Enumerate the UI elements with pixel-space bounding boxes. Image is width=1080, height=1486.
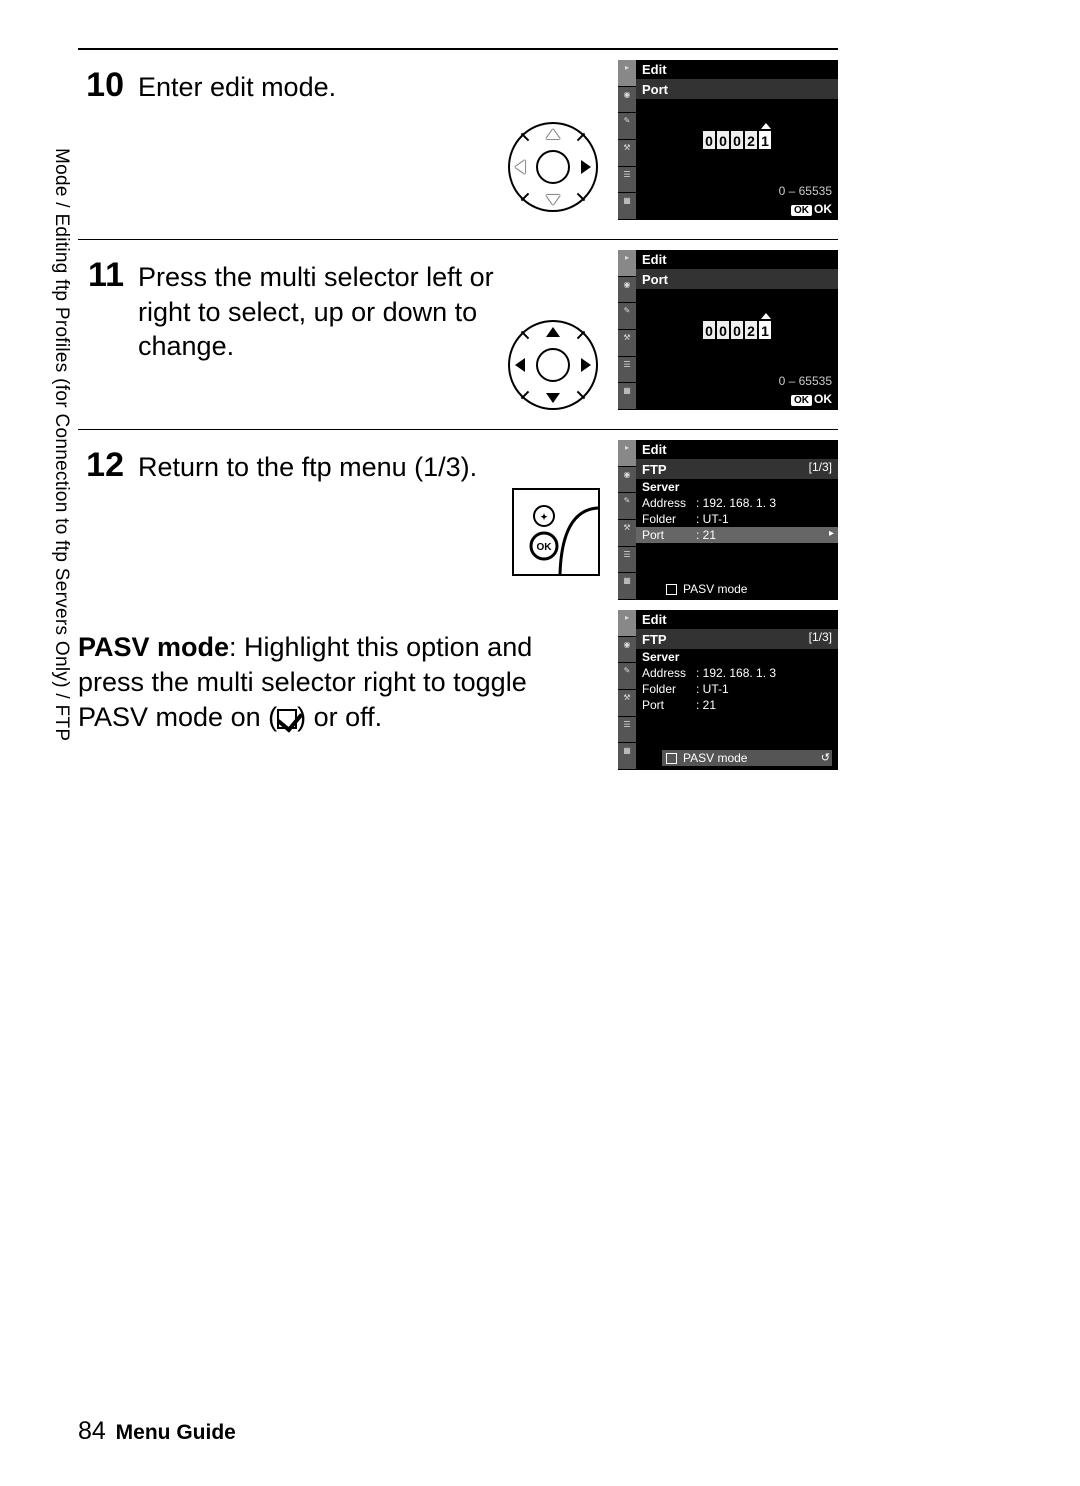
step-11: 11 Press the multi selector left or righ… <box>78 240 838 430</box>
ok-hint: OKOK <box>791 202 832 216</box>
lcd-title: Edit <box>636 440 838 460</box>
multi-selector-icon <box>508 122 598 212</box>
lcd-tab-icon: ☰ <box>618 167 636 194</box>
lcd-screenshot-ftp-menu: ▸ ◉ ✎ ⚒ ☰ ▦ Edit FTP [1/3] Server Addres… <box>618 440 838 600</box>
lcd-row-port-highlighted: Port: 21 <box>636 527 838 543</box>
lcd-tab-icon: ▸ <box>618 440 636 467</box>
lcd-tab-icon: ⚒ <box>618 330 636 357</box>
lcd-tab-icon: ✎ <box>618 493 636 520</box>
port-digit: 2 <box>744 130 758 150</box>
lcd-screenshot-port-enter: ▸ ◉ ✎ ⚒ ☰ ▦ Edit Port 0 0 0 2 1 0 – 6553… <box>618 60 838 220</box>
lcd-tab-icon: ◉ <box>618 87 636 114</box>
page-number: 84 <box>78 1417 106 1445</box>
lcd-tab-icon: ▦ <box>618 573 636 600</box>
lcd-screenshot-port-edit: ▸ ◉ ✎ ⚒ ☰ ▦ Edit Port 0 0 0 2 1 0 – 6553… <box>618 250 838 410</box>
lcd-tab-icon: ✎ <box>618 113 636 140</box>
port-digit: 2 <box>744 320 758 340</box>
page-content: 10 Enter edit mode. ▸ ◉ ✎ ⚒ ☰ ▦ Edit Por… <box>78 48 838 790</box>
lcd-row-folder: Folder: UT-1 <box>636 511 838 527</box>
lcd-tab-icon: ▸ <box>618 250 636 277</box>
lcd-screenshot-ftp-pasv: ▸ ◉ ✎ ⚒ ☰ ▦ Edit FTP [1/3] Server Addres… <box>618 610 838 770</box>
lcd-tab-icon: ⚒ <box>618 690 636 717</box>
lcd-row-folder: Folder: UT-1 <box>636 681 838 697</box>
port-digit: 0 <box>716 320 730 340</box>
step-text: Enter edit mode. <box>138 68 498 105</box>
port-digit: 0 <box>702 130 716 150</box>
port-digit: 0 <box>730 320 744 340</box>
port-digit-entry: 0 0 0 2 1 <box>702 320 772 340</box>
port-digit-selected: 1 <box>758 130 772 150</box>
lcd-tab-icon: ◉ <box>618 637 636 664</box>
lcd-page-indicator: [1/3] <box>809 460 832 474</box>
lcd-row-address: Address: 192. 168. 1. 3 <box>636 495 838 511</box>
checkbox-icon <box>666 753 677 764</box>
step-12: 12 Return to the ftp menu (1/3). ✦ OK ▸ … <box>78 430 838 610</box>
lcd-row-pasv-highlighted: PASV mode ↺ <box>662 750 832 766</box>
port-range: 0 – 65535 <box>779 374 832 388</box>
lcd-tab-icon: ▦ <box>618 383 636 410</box>
lcd-title: Edit <box>636 60 838 80</box>
lcd-tab-icon: ✎ <box>618 663 636 690</box>
footer-title: Menu Guide <box>116 1421 236 1444</box>
pasv-paragraph: PASV mode: Highlight this option and pre… <box>78 630 598 735</box>
lcd-title: Edit <box>636 250 838 270</box>
svg-text:OK: OK <box>537 542 553 553</box>
lcd-tab-icon: ⚒ <box>618 140 636 167</box>
port-digit: 0 <box>730 130 744 150</box>
section-breadcrumb-vertical: Mode / Editing ftp Profiles (for Connect… <box>44 148 72 848</box>
lcd-page-indicator: [1/3] <box>809 630 832 644</box>
lcd-tab-icon: ▸ <box>618 60 636 87</box>
port-digit-selected: 1 <box>758 320 772 340</box>
port-range: 0 – 65535 <box>779 184 832 198</box>
cycle-icon: ↺ <box>821 751 830 764</box>
ok-button-diagram: ✦ OK <box>512 488 600 576</box>
lcd-tab-icon: ▸ <box>618 610 636 637</box>
lcd-tab-icon: ▦ <box>618 743 636 770</box>
lcd-section: Server <box>636 649 838 665</box>
pasv-paragraph-block: PASV mode: Highlight this option and pre… <box>78 610 838 790</box>
step-10: 10 Enter edit mode. ▸ ◉ ✎ ⚒ ☰ ▦ Edit Por… <box>78 50 838 240</box>
lcd-row-address: Address: 192. 168. 1. 3 <box>636 665 838 681</box>
lcd-tab-icon: ▦ <box>618 193 636 220</box>
lcd-section: Server <box>636 479 838 495</box>
lcd-tab-icon: ◉ <box>618 467 636 494</box>
lcd-tab-icon: ◉ <box>618 277 636 304</box>
lcd-tab-icon: ☰ <box>618 357 636 384</box>
lcd-tab-icon: ☰ <box>618 547 636 574</box>
step-number: 12 <box>78 448 124 482</box>
port-digit: 0 <box>716 130 730 150</box>
step-text: Press the multi selector left or right t… <box>138 258 498 364</box>
lcd-subtitle: Port <box>636 270 838 289</box>
port-digit: 0 <box>702 320 716 340</box>
page-footer: 84 Menu Guide <box>78 1417 236 1446</box>
lcd-tab-icon: ☰ <box>618 717 636 744</box>
port-digit-entry: 0 0 0 2 1 <box>702 130 772 150</box>
step-number: 10 <box>78 68 124 102</box>
lcd-row-pasv: PASV mode <box>666 582 832 596</box>
lcd-subtitle: Port <box>636 80 838 99</box>
lcd-row-port: Port: 21 <box>636 697 838 713</box>
step-number: 11 <box>78 258 124 292</box>
lcd-tab-icon: ⚒ <box>618 520 636 547</box>
multi-selector-icon <box>508 320 598 410</box>
svg-text:✦: ✦ <box>540 512 548 522</box>
step-text: Return to the ftp menu (1/3). <box>138 448 498 485</box>
lcd-tab-icon: ✎ <box>618 303 636 330</box>
checkbox-icon <box>666 584 677 595</box>
ok-hint: OKOK <box>791 392 832 406</box>
checked-box-icon <box>277 709 297 729</box>
lcd-title: Edit <box>636 610 838 630</box>
